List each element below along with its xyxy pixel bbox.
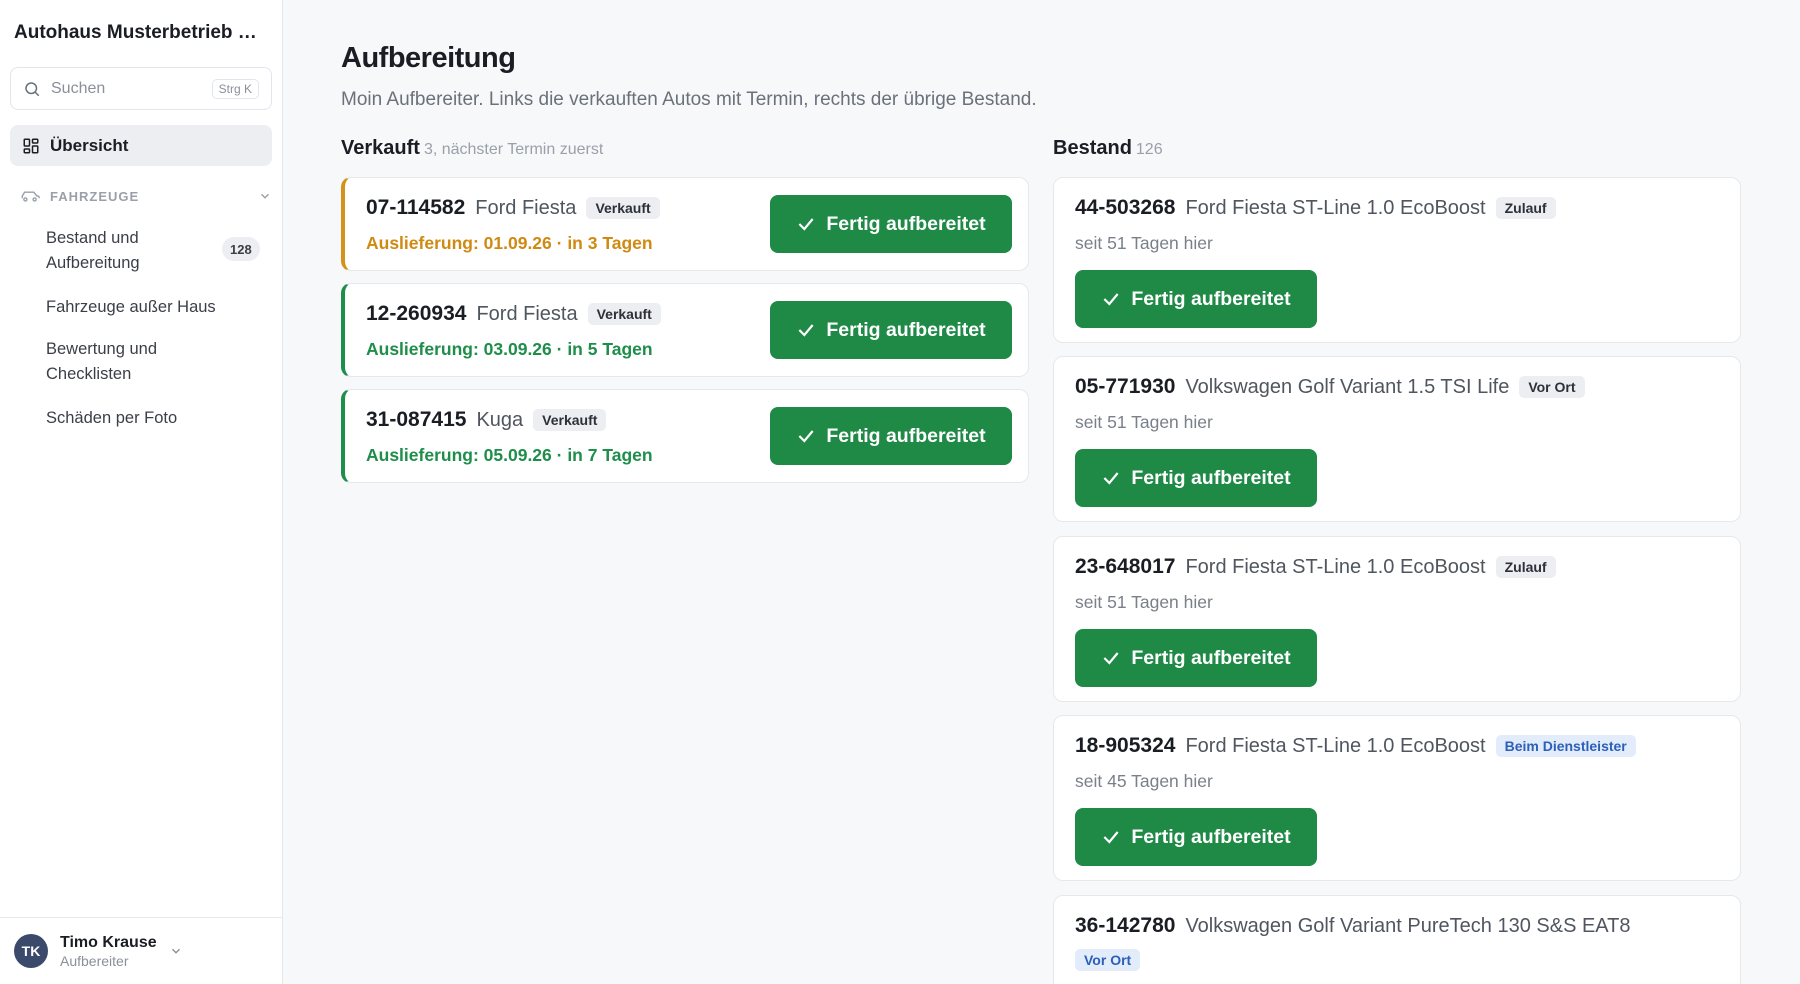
mark-ready-button[interactable]: Fertig aufbereitet [770, 301, 1012, 359]
stock-vehicle-card[interactable]: 36-142780 Volkswagen Golf Variant PureTe… [1053, 895, 1741, 984]
vehicle-model: Ford Fiesta [475, 196, 577, 219]
sidebar: Autohaus Musterbetrieb … Suchen Strg K Ü… [0, 0, 283, 984]
vehicle-model: Ford Fiesta [476, 302, 578, 325]
check-icon [798, 324, 814, 337]
section-vehicles-toggle[interactable]: FAHRZEUGE [20, 184, 272, 208]
sold-heading: Verkauft 3, nächster Termin zuerst [341, 137, 603, 160]
status-badge: Verkauft [587, 303, 661, 325]
button-label: Fertig aufbereitet [826, 318, 986, 341]
sidebar-item-label: Übersicht [50, 135, 129, 155]
status-badge: Verkauft [533, 409, 607, 431]
chevron-down-icon [171, 948, 180, 954]
vehicle-number: 23-648017 [1075, 555, 1176, 578]
check-icon [1103, 652, 1119, 665]
car-icon [21, 191, 40, 202]
mark-ready-button[interactable]: Fertig aufbereitet [770, 195, 1012, 253]
days-on-lot: seit 51 Tagen hier [1075, 592, 1213, 612]
delivery-date: Auslieferung: 05.09.26 · in 7 Tagen [366, 445, 653, 465]
check-icon [1103, 831, 1119, 844]
vehicle-model: Volkswagen Golf Variant PureTech 130 S&S… [1185, 914, 1631, 937]
sold-vehicle-card[interactable]: 07-114582 Ford Fiesta Verkauft Ausliefer… [341, 177, 1029, 271]
vehicle-model: Ford Fiesta ST-Line 1.0 EcoBoost [1185, 734, 1486, 757]
button-label: Fertig aufbereitet [1131, 466, 1291, 489]
sidebar-item-overview[interactable]: Übersicht [10, 125, 272, 166]
button-label: Fertig aufbereitet [826, 424, 986, 447]
page-subtitle: Moin Aufbereiter. Links die verkauften A… [341, 89, 1037, 110]
stock-vehicle-card[interactable]: 23-648017 Ford Fiesta ST-Line 1.0 EcoBoo… [1053, 536, 1741, 702]
vehicle-number: 18-905324 [1075, 734, 1176, 757]
vehicle-model: Ford Fiesta ST-Line 1.0 EcoBoost [1185, 196, 1486, 219]
vehicle-number: 44-503268 [1075, 196, 1176, 219]
stock-vehicle-card[interactable]: 18-905324 Ford Fiesta ST-Line 1.0 EcoBoo… [1053, 715, 1741, 881]
vehicle-model: Volkswagen Golf Variant 1.5 TSI Life [1185, 375, 1510, 398]
mark-ready-button[interactable]: Fertig aufbereitet [1075, 270, 1317, 328]
sold-vehicle-card[interactable]: 12-260934 Ford Fiesta Verkauft Ausliefer… [341, 283, 1029, 377]
status-badge: Beim Dienstleister [1495, 735, 1636, 757]
stock-heading-meta: 126 [1135, 141, 1163, 158]
button-label: Fertig aufbereitet [1131, 287, 1291, 310]
stock-heading: Bestand 126 [1053, 137, 1163, 160]
sold-vehicle-card[interactable]: 31-087415 Kuga Verkauft Auslieferung: 05… [341, 389, 1029, 483]
inventory-count-badge: 128 [222, 237, 260, 261]
search-placeholder: Suchen [51, 79, 106, 97]
search-icon [25, 81, 40, 96]
sold-heading-label: Verkauft [341, 137, 420, 159]
vehicle-number: 36-142780 [1075, 914, 1176, 937]
vehicle-number: 12-260934 [366, 302, 467, 325]
dashboard-icon [23, 138, 39, 153]
check-icon [1103, 293, 1119, 306]
vehicle-number: 05-771930 [1075, 375, 1176, 398]
delivery-date: Auslieferung: 03.09.26 · in 5 Tagen [366, 339, 653, 359]
sold-heading-meta: 3, nächster Termin zuerst [423, 141, 604, 158]
check-icon [798, 430, 814, 443]
chevron-down-icon [261, 193, 269, 199]
button-label: Fertig aufbereitet [826, 212, 986, 235]
status-badge: Vor Ort [1519, 376, 1585, 398]
user-name: Timo Krause [60, 933, 157, 951]
sidebar-item-vehicles-out[interactable]: Fahrzeuge außer Haus [46, 295, 266, 320]
days-on-lot: seit 51 Tagen hier [1075, 412, 1213, 432]
vehicle-model: Ford Fiesta ST-Line 1.0 EcoBoost [1185, 555, 1486, 578]
sidebar-item-inventory[interactable]: Bestand und Aufbereitung [46, 226, 216, 276]
mark-ready-button[interactable]: Fertig aufbereitet [770, 407, 1012, 465]
check-icon [1103, 472, 1119, 485]
mark-ready-button[interactable]: Fertig aufbereitet [1075, 629, 1317, 687]
stock-heading-label: Bestand [1053, 137, 1132, 159]
status-badge: Zulauf [1495, 197, 1556, 219]
user-role: Aufbereiter [60, 952, 129, 969]
button-label: Fertig aufbereitet [1131, 646, 1291, 669]
days-on-lot: seit 51 Tagen hier [1075, 233, 1213, 253]
sidebar-item-evaluation[interactable]: Bewertung und Checklisten [46, 337, 196, 387]
check-icon [798, 218, 814, 231]
status-badge: Verkauft [586, 197, 660, 219]
avatar: TK [14, 934, 48, 968]
search-shortcut: Strg K [211, 78, 259, 99]
brand-name[interactable]: Autohaus Musterbetrieb … [14, 22, 270, 44]
section-label: FAHRZEUGE [50, 188, 140, 204]
stock-vehicle-card[interactable]: 44-503268 Ford Fiesta ST-Line 1.0 EcoBoo… [1053, 177, 1741, 343]
sidebar-item-damage-photos[interactable]: Schäden per Foto [46, 406, 266, 431]
page-title: Aufbereitung [341, 42, 516, 74]
delivery-date: Auslieferung: 01.09.26 · in 3 Tagen [366, 233, 653, 253]
vehicle-model: Kuga [476, 408, 524, 431]
search-input[interactable]: Suchen Strg K [10, 67, 272, 110]
user-menu[interactable]: TK Timo Krause Aufbereiter [0, 917, 283, 984]
mark-ready-button[interactable]: Fertig aufbereitet [1075, 808, 1317, 866]
status-badge: Vor Ort [1075, 949, 1141, 971]
mark-ready-button[interactable]: Fertig aufbereitet [1075, 449, 1317, 507]
vehicle-number: 31-087415 [366, 408, 467, 431]
status-badge: Zulauf [1495, 556, 1556, 578]
days-on-lot: seit 45 Tagen hier [1075, 771, 1213, 791]
button-label: Fertig aufbereitet [1131, 825, 1291, 848]
stock-vehicle-card[interactable]: 05-771930 Volkswagen Golf Variant 1.5 TS… [1053, 356, 1741, 522]
vehicle-number: 07-114582 [366, 196, 466, 219]
